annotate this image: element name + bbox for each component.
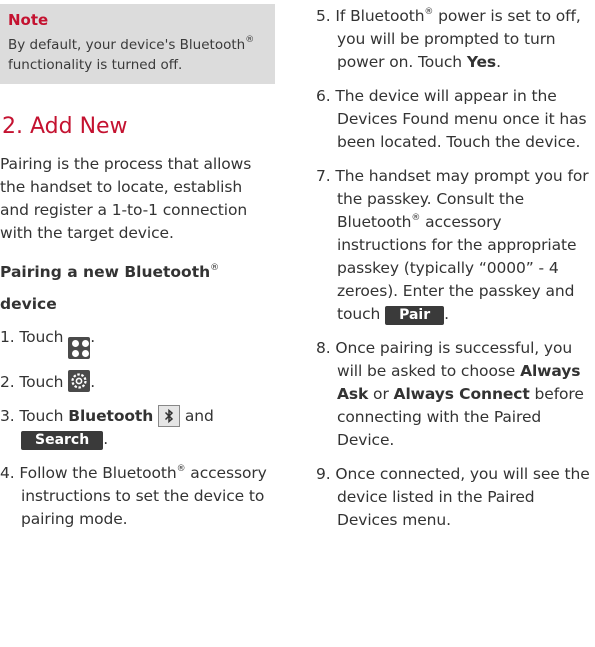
step-6: 6. The device will appear in the Devices… [316,87,587,151]
step-9: 9. Once connected, you will see the devi… [316,465,590,529]
search-button[interactable]: Search [21,431,104,450]
note-text: By default, your device's Bluetooth® fun… [8,35,255,74]
left-column: Note By default, your device's Bluetooth… [0,0,275,531]
intro-paragraph: Pairing is the process that allows the h… [0,155,252,242]
pair-button[interactable]: Pair [385,306,445,325]
right-column: 5. If Bluetooth® power is set to off, yo… [316,0,595,532]
subheading: Pairing a new Bluetooth® device [0,263,220,313]
step-4: 4. Follow the Bluetooth® accessory instr… [0,464,267,528]
step-3: 3. Touch Bluetooth and Search. [0,405,214,450]
section-title: 2. Add New [2,114,128,139]
step-5: 5. If Bluetooth® power is set to off, yo… [316,7,581,71]
step-8: 8. Once pairing is successful, you will … [316,339,584,449]
note-title: Note [8,11,49,29]
bluetooth-icon[interactable] [158,405,181,427]
step-7: 7. The handset may prompt you for the pa… [316,167,589,325]
menu-dots-icon[interactable] [68,337,91,359]
step-1: 1. Touch . [0,326,275,359]
note-box: Note By default, your device's Bluetooth… [0,4,275,84]
settings-gear-icon[interactable] [68,370,91,392]
step-2: 2. Touch . [0,370,275,394]
